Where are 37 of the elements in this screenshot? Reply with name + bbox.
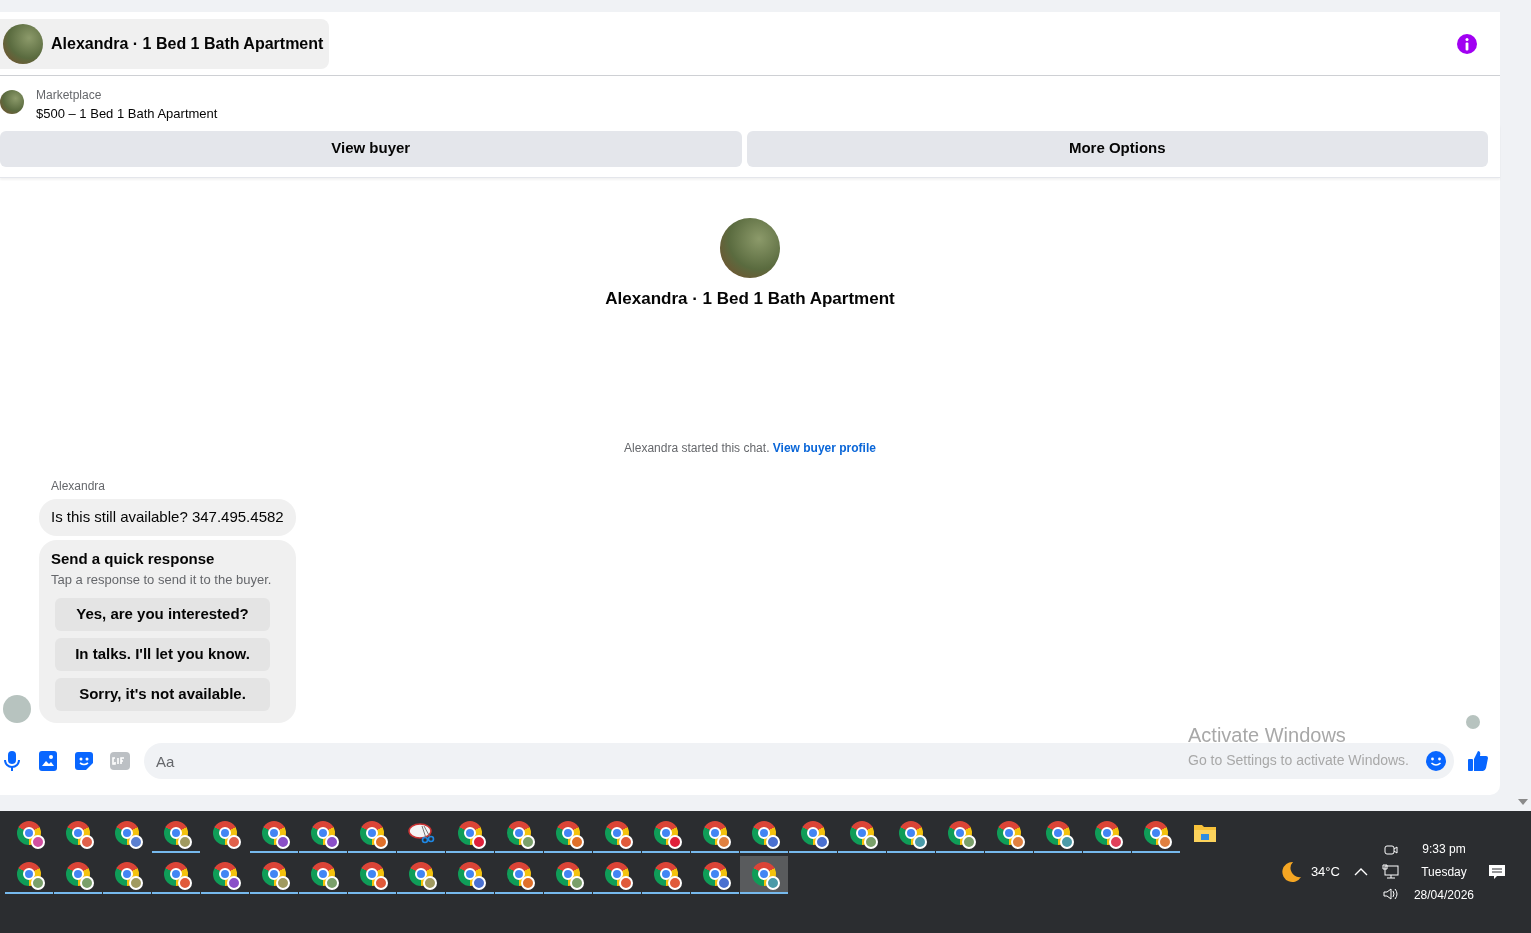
conversation-title: Alexandra · 1 Bed 1 Bath Apartment [51,33,324,54]
folder-icon [1193,823,1217,843]
scroll-down-icon[interactable] [1518,799,1528,805]
thumbs-up-icon[interactable] [1466,749,1490,773]
quick-response-hint: Tap a response to send it to the buyer. [51,571,273,589]
volume-icon[interactable] [1381,886,1400,902]
image-icon[interactable] [36,749,60,773]
activation-notice-text: Go to Settings to activate Windows. [1188,751,1409,770]
seen-avatar [1466,715,1480,729]
listing-source: Marketplace [36,87,103,104]
temperature[interactable]: 34°C [1310,862,1340,882]
quick-response-button[interactable]: Yes, are you interested? [55,597,270,631]
quick-response-title: Send a quick response [51,548,216,569]
sender-name: Alexandra [51,478,107,495]
taskbar-button[interactable] [740,856,788,894]
emoji-icon[interactable] [1425,750,1447,772]
quick-response-button[interactable]: Sorry, it's not available. [55,677,270,711]
listing-photo-placeholder [3,23,43,64]
network-icon[interactable] [1381,864,1400,880]
listing-photo-placeholder [0,90,24,114]
view-buyer-profile-link[interactable]: View buyer profile [772,441,876,455]
intro-title: Alexandra · 1 Bed 1 Bath Apartment [605,287,895,310]
notification-icon[interactable] [1488,863,1506,881]
listing-summary: $500 – 1 Bed 1 Bath Apartment [36,105,218,123]
chat-started-notice: Alexandra started this chat. View buyer profile [624,440,876,457]
sticker-icon[interactable] [72,749,96,773]
clock[interactable]: 9:33 pm Tuesday 28/04/2026 [1413,840,1474,904]
chevron-up-icon[interactable] [1353,867,1368,877]
scissors-icon [407,821,435,845]
conversation-header[interactable]: Alexandra · 1 Bed 1 Bath Apartment [0,18,330,69]
camera-icon[interactable] [1382,842,1399,858]
message-bubble: Is this still available? 347.495.4582 [39,499,296,536]
quick-response-button[interactable]: In talks. I'll let you know. [55,637,270,671]
action-button[interactable]: More Options [746,130,1488,167]
info-icon[interactable] [1456,32,1478,55]
action-button[interactable]: View buyer [0,130,742,167]
sender-avatar [3,694,31,723]
